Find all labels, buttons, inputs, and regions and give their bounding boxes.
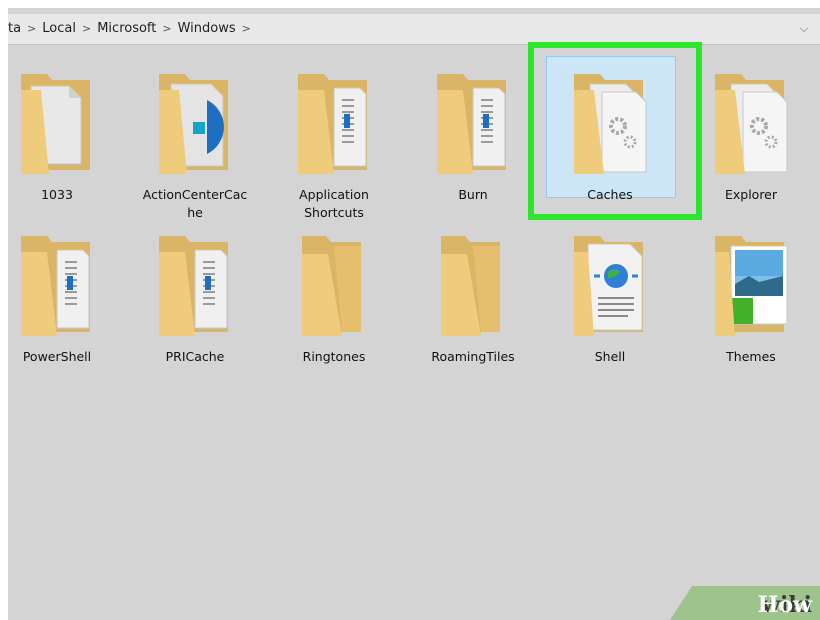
folder-files-icon: [294, 70, 374, 178]
folder-ringtones[interactable]: Ringtones: [272, 228, 396, 368]
folder-label: Ringtones: [302, 349, 366, 364]
folder-globe-icon: [570, 232, 650, 340]
folder-files-icon: [17, 232, 97, 340]
folder-explorer[interactable]: Explorer: [689, 64, 813, 224]
folder-label-line: Application: [299, 187, 369, 202]
folder-label: 1033: [41, 187, 73, 202]
breadcrumb-item[interactable]: Local: [42, 14, 76, 44]
folder-actioncentercache[interactable]: ActionCenterCac he: [133, 64, 257, 224]
watermark-text: How: [757, 592, 812, 618]
breadcrumb-item[interactable]: Windows: [178, 14, 236, 44]
folder-label-line: ActionCenterCac: [142, 187, 248, 202]
folder-label: RoamingTiles: [431, 349, 515, 364]
chevron-down-icon[interactable]: ⌵: [794, 14, 814, 44]
breadcrumb-item[interactable]: Microsoft: [97, 14, 156, 44]
folder-label: Application Shortcuts: [272, 186, 396, 222]
folder-shell[interactable]: Shell: [548, 228, 672, 368]
folder-label: Explorer: [724, 187, 778, 202]
folder-1033[interactable]: 1033: [8, 64, 119, 224]
folder-files-icon: [433, 70, 513, 178]
folder-label: Burn: [458, 187, 488, 202]
folder-empty-icon: [294, 232, 374, 340]
folder-gear-icon: [711, 70, 791, 178]
address-bar[interactable]: ta > Local > Microsoft > Windows > ⌵: [8, 14, 820, 45]
folder-themes[interactable]: Themes: [689, 228, 813, 368]
folder-label: PowerShell: [22, 349, 92, 364]
breadcrumb-separator[interactable]: >: [162, 14, 171, 44]
folder-application-shortcuts[interactable]: Application Shortcuts: [272, 64, 396, 224]
folder-document-icon: [17, 70, 97, 178]
folder-label: Shell: [594, 349, 626, 364]
breadcrumb-separator[interactable]: >: [27, 14, 36, 44]
file-explorer-window: ta > Local > Microsoft > Windows > ⌵ 1033: [8, 8, 820, 620]
folder-files-icon: [155, 232, 235, 340]
annotation-highlight-box: [528, 42, 702, 220]
folder-pricache[interactable]: PRICache: [133, 228, 257, 368]
breadcrumb: ta > Local > Microsoft > Windows >: [8, 14, 257, 44]
folder-powershell[interactable]: PowerShell: [8, 228, 119, 368]
folder-empty-icon: [433, 232, 513, 340]
folder-label: PRICache: [165, 349, 225, 364]
folder-label-line: Shortcuts: [304, 205, 364, 220]
breadcrumb-separator[interactable]: >: [82, 14, 91, 44]
wikihow-watermark: wiki How: [670, 586, 820, 620]
folder-label-line: he: [187, 205, 203, 220]
folder-picture-icon: [711, 232, 791, 340]
folder-roamingtiles[interactable]: RoamingTiles: [411, 228, 535, 368]
breadcrumb-separator[interactable]: >: [242, 14, 251, 44]
folder-burn[interactable]: Burn: [411, 64, 535, 224]
folder-label: ActionCenterCac he: [133, 186, 257, 222]
folder-disc-icon: [155, 70, 235, 178]
breadcrumb-item[interactable]: ta: [8, 14, 21, 44]
folder-label: Themes: [726, 349, 776, 364]
